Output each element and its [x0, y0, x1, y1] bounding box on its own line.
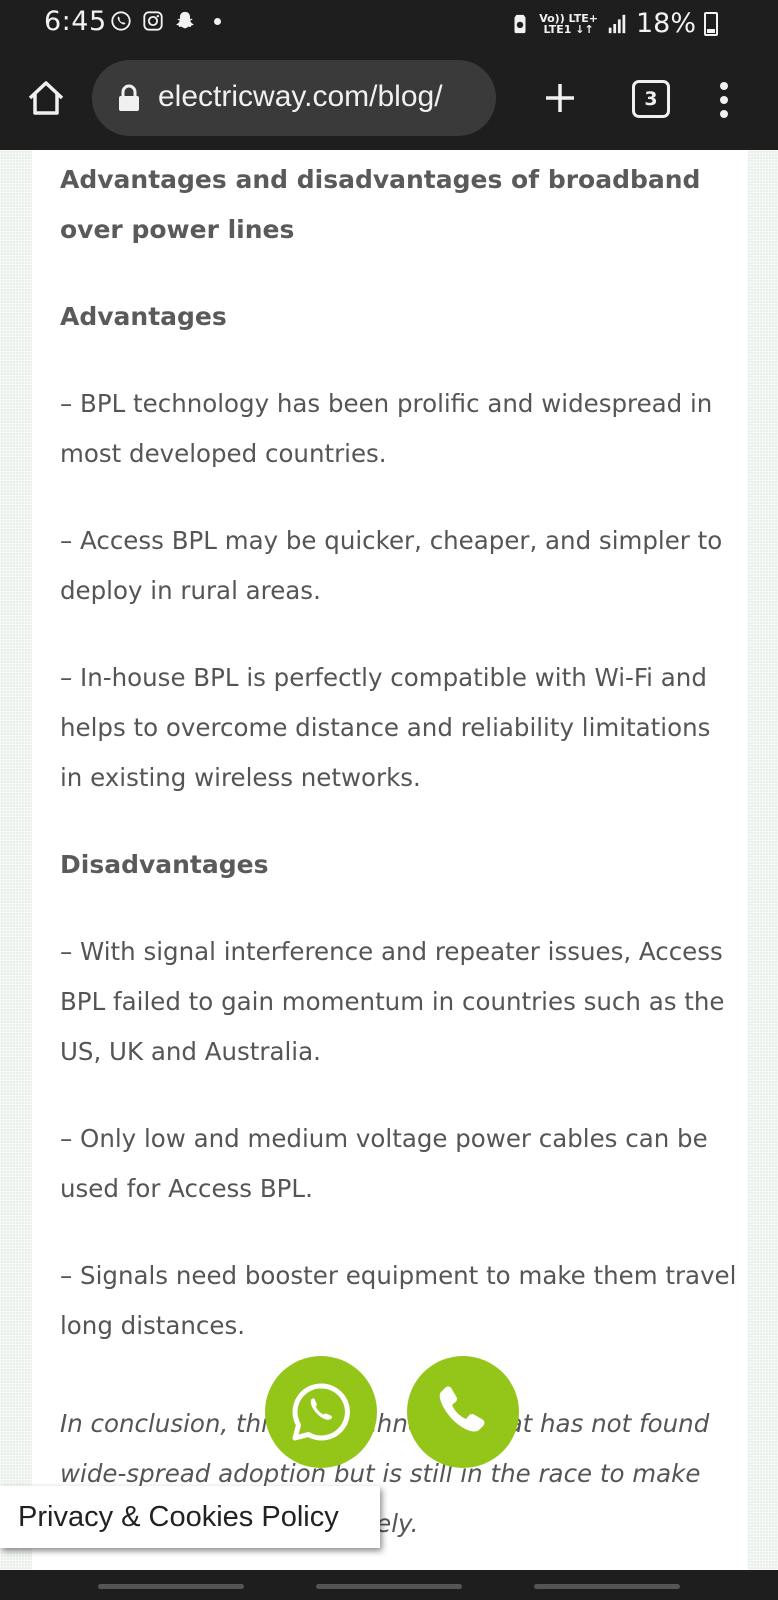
phone-icon	[439, 1386, 485, 1432]
network-type: Vo)) LTE+ LTE1 ↓↑	[539, 13, 598, 35]
nav-home-handle[interactable]	[316, 1584, 462, 1589]
browser-toolbar: electricway.com/blog/ 3	[0, 50, 778, 150]
instagram-icon	[143, 11, 163, 31]
system-nav-bar	[0, 1570, 778, 1600]
whatsapp-icon	[111, 11, 131, 31]
snapchat-icon	[176, 11, 194, 29]
battery-percent: 18%	[635, 8, 696, 39]
nav-recents-handle[interactable]	[98, 1584, 244, 1589]
disadvantage-item: – Signals need booster equipment to make…	[60, 1261, 737, 1340]
more-menu-icon[interactable]	[714, 80, 734, 120]
call-button[interactable]	[407, 1356, 519, 1468]
data-saver-icon	[514, 14, 526, 33]
home-icon[interactable]	[26, 78, 66, 118]
status-bar: 6:45 Vo)) LTE+ LTE1 ↓↑ 18%	[0, 0, 778, 50]
new-tab-icon[interactable]	[540, 78, 580, 118]
whatsapp-icon	[292, 1383, 350, 1441]
lock-icon	[119, 84, 139, 111]
nav-back-handle[interactable]	[534, 1584, 680, 1589]
disadvantage-item: – Only low and medium voltage power cabl…	[60, 1124, 708, 1203]
network-top-label: Vo)) LTE+	[539, 11, 598, 25]
advantage-item: – In-house BPL is perfectly compatible w…	[60, 663, 711, 792]
article-heading: Advantages and disadvantages of broadban…	[60, 165, 701, 244]
article-body: Advantages and disadvantages of broadban…	[60, 150, 740, 1549]
battery-icon	[704, 11, 718, 36]
tab-switcher-button[interactable]: 3	[632, 80, 670, 118]
network-bottom-label: LTE1 ↓↑	[543, 22, 594, 36]
address-bar[interactable]: electricway.com/blog/	[92, 60, 496, 136]
notification-icons	[110, 10, 221, 32]
whatsapp-button[interactable]	[265, 1356, 377, 1468]
advantages-heading: Advantages	[60, 302, 227, 331]
disadvantage-item: – With signal interference and repeater …	[60, 937, 725, 1066]
dot-icon	[214, 17, 221, 25]
signal-icon	[608, 14, 626, 33]
advantage-item: – Access BPL may be quicker, cheaper, an…	[60, 526, 723, 605]
privacy-cookies-badge[interactable]: Privacy & Cookies Policy	[0, 1486, 380, 1548]
url-text: electricway.com/blog/	[158, 80, 443, 113]
status-time: 6:45	[44, 6, 107, 37]
system-icons: Vo)) LTE+ LTE1 ↓↑ 18%	[509, 8, 718, 39]
article-container: Advantages and disadvantages of broadban…	[32, 150, 748, 1570]
disadvantages-heading: Disadvantages	[60, 850, 269, 879]
advantage-item: – BPL technology has been prolific and w…	[60, 389, 713, 468]
